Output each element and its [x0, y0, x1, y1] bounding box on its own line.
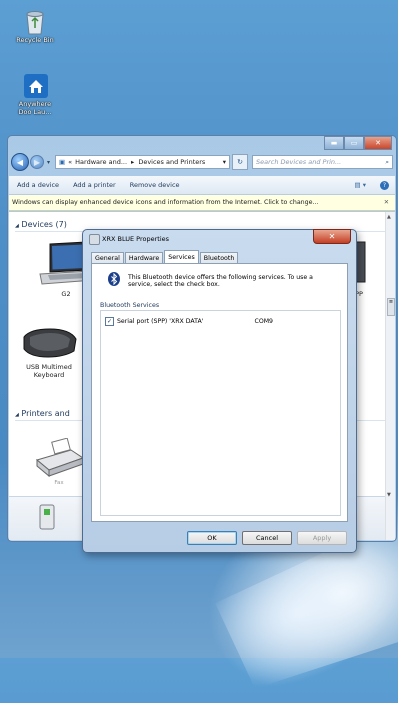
back-button[interactable]: ◀ [11, 153, 29, 171]
maximize-icon: ▭ [350, 139, 358, 147]
address-bar[interactable]: ▣ « Hardware and... ▸ Devices and Printe… [55, 155, 231, 169]
help-icon[interactable]: ? [380, 180, 389, 190]
close-button[interactable]: ✕ [364, 136, 392, 150]
view-options-icon[interactable]: ▤ ▾ [355, 181, 366, 189]
properties-dialog: XRX BLUE Properties ✕ General Hardware S… [82, 229, 357, 553]
tab-general[interactable]: General [91, 252, 124, 263]
ok-button[interactable]: OK [187, 531, 237, 545]
tab-strip: General Hardware Services Bluetooth [91, 250, 239, 263]
search-icon: ⌕ [385, 157, 389, 166]
device-label: USB Multimed [26, 363, 72, 371]
search-input[interactable]: Search Devices and Prin... ⌕ [252, 155, 393, 169]
recent-pages-dropdown-icon[interactable]: ▾ [47, 159, 50, 166]
close-icon: ✕ [328, 232, 336, 241]
services-panel: This Bluetooth device offers the followi… [91, 263, 348, 522]
breadcrumb-hardware[interactable]: Hardware and... [75, 158, 127, 166]
service-name[interactable]: Serial port (SPP) 'XRX DATA' [117, 318, 203, 325]
services-description: This Bluetooth device offers the followi… [128, 274, 313, 288]
device-details-icon [39, 504, 55, 530]
collapse-triangle-icon: ◢ [15, 223, 19, 229]
tab-hardware[interactable]: Hardware [124, 252, 164, 263]
fax-icon [35, 437, 85, 478]
desktop: { "desktop": { "icons": [ {"label": "Rec… [0, 0, 398, 703]
cancel-button[interactable]: Cancel [242, 531, 292, 545]
refresh-icon: ↻ [237, 158, 243, 166]
services-list: ✓ Serial port (SPP) 'XRX DATA' COM9 [100, 310, 341, 516]
info-bar[interactable]: Windows can display enhanced device icon… [9, 195, 395, 211]
add-printer-button[interactable]: Add a printer [73, 181, 116, 189]
device-label-line2: Keyboard [33, 371, 65, 379]
minimize-button[interactable]: ▬ [324, 136, 344, 150]
command-bar: Add a device Add a printer Remove device… [9, 176, 395, 195]
printers-group-label: Printers and [21, 409, 70, 418]
toolbar-right: ▤ ▾ ? [355, 180, 389, 190]
dialog-close-button[interactable]: ✕ [313, 229, 351, 244]
info-bar-text: Windows can display enhanced device icon… [12, 199, 319, 206]
desktop-icon-anywhere[interactable]: Anywhere Doo Lau... [10, 72, 60, 116]
scroll-down-icon[interactable]: ▼ [387, 492, 391, 498]
vertical-scrollbar[interactable]: ▲ ≡ ▼ [385, 212, 395, 540]
recycle-bin-label: Recycle Bin [16, 36, 54, 44]
desktop-icon-recycle-bin[interactable]: Recycle Bin [10, 8, 60, 44]
info-bar-close-icon[interactable]: ✕ [384, 199, 389, 206]
breadcrumb-separator[interactable]: ▸ [131, 158, 134, 166]
scroll-thumb[interactable]: ≡ [387, 298, 395, 316]
back-arrow-icon: ◀ [16, 157, 24, 167]
checkmark-icon: ✓ [106, 318, 113, 325]
close-icon: ✕ [375, 139, 381, 147]
devices-group-header[interactable]: ◢ Devices (7) [15, 220, 386, 232]
dialog-title: XRX BLUE Properties [102, 235, 170, 243]
tab-bluetooth[interactable]: Bluetooth [199, 252, 239, 263]
maximize-button[interactable]: ▭ [344, 136, 364, 150]
service-checkbox[interactable]: ✓ [105, 317, 114, 326]
printers-group-header[interactable]: ◢ Printers and [15, 409, 389, 421]
apply-button[interactable]: Apply [297, 531, 347, 545]
forward-arrow-icon: ▶ [33, 157, 41, 167]
forward-button[interactable]: ▶ [30, 155, 44, 169]
bluetooth-title-icon [89, 234, 100, 245]
refresh-button[interactable]: ↻ [232, 154, 249, 170]
keyboard-icon [23, 328, 77, 358]
device-fax[interactable]: Fax [29, 437, 89, 486]
add-device-button[interactable]: Add a device [17, 181, 59, 189]
device-label: Fax [54, 480, 64, 486]
breadcrumb-prefix: « [68, 158, 73, 166]
tab-services[interactable]: Services [164, 250, 199, 263]
anywhere-label-line1: Anywhere [18, 100, 52, 108]
scroll-up-icon[interactable]: ▲ [387, 214, 391, 220]
search-placeholder: Search Devices and Prin... [256, 158, 342, 166]
remove-device-button[interactable]: Remove device [130, 181, 180, 189]
device-usb-keyboard[interactable]: USB Multimed Keyboard [13, 325, 85, 379]
service-port: COM9 [254, 318, 273, 325]
anywhere-access-icon [22, 72, 48, 98]
address-dropdown-icon[interactable]: ▾ [223, 158, 226, 166]
breadcrumb-devices-printers[interactable]: Devices and Printers [138, 158, 205, 166]
anywhere-label-line2: Doo Lau... [18, 108, 52, 116]
bluetooth-services-label: Bluetooth Services [100, 302, 160, 309]
minimize-icon: ▬ [330, 139, 338, 147]
collapse-triangle-icon: ◢ [15, 412, 19, 418]
devices-group-label: Devices (7) [21, 220, 67, 229]
address-row: ◀ ▶ ▾ ▣ « Hardware and... ▸ Devices and … [11, 153, 393, 171]
window-controls: ▬ ▭ ✕ [324, 136, 392, 150]
dialog-buttons: OK Cancel Apply [187, 531, 347, 545]
recycle-bin-icon [22, 8, 48, 35]
control-panel-icon: ▣ [59, 158, 66, 166]
service-row-spp: ✓ Serial port (SPP) 'XRX DATA' COM9 [105, 317, 333, 326]
bluetooth-icon [108, 272, 120, 286]
